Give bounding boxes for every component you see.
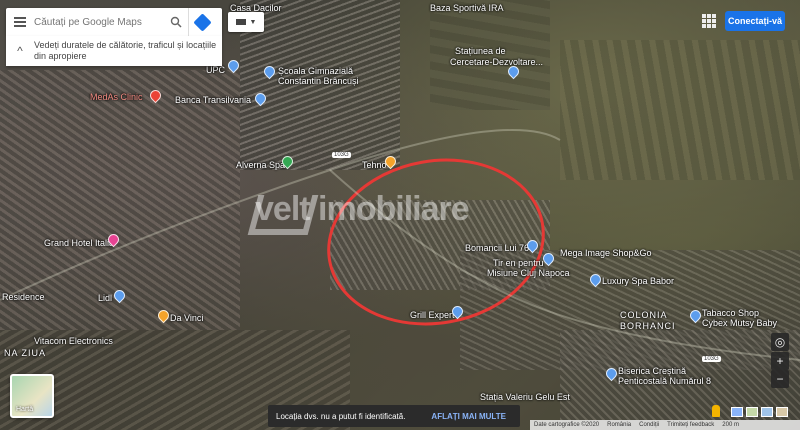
label-cybex[interactable]: Cybex Mutsy Baby (702, 318, 777, 328)
imagery-thumb-icon[interactable] (761, 407, 773, 417)
imagery-thumb-icon[interactable] (746, 407, 758, 417)
map-type-toggle[interactable]: Hartă (10, 374, 54, 418)
label-statiunea[interactable]: Stațiunea de (455, 46, 506, 56)
label-tabacco[interactable]: Tabacco Shop (702, 308, 759, 318)
map-footer: Date cartografice ©2020 România Condiții… (530, 420, 800, 430)
label-bomancii[interactable]: Bomancii Lui 76G (465, 243, 536, 253)
label-cercetare[interactable]: Cercetare-Dezvoltare... (450, 57, 543, 67)
search-input[interactable] (34, 16, 164, 28)
label-misiune[interactable]: Misiune Cluj Napoca (487, 268, 570, 278)
road-badge: 103G (702, 356, 721, 362)
label-luxury-spa[interactable]: Luxury Spa Babor (602, 276, 674, 286)
toast-message: Locația dvs. nu a putut fi identificată. (276, 411, 406, 421)
road-badge: 103G (332, 152, 351, 158)
footer-scale: 200 m (722, 422, 739, 428)
hint-text: Vedeți duratele de călătorie, traficul ș… (34, 40, 217, 61)
imagery-thumb-icon[interactable] (731, 407, 743, 417)
label-alverna[interactable]: Alverna Spa (236, 160, 285, 170)
directions-icon[interactable] (188, 8, 216, 36)
footer-terms[interactable]: Condiții (639, 422, 659, 428)
label-statia[interactable]: Stația Valeriu Gelu Est (480, 392, 570, 402)
signin-button[interactable]: Conectați-vă (725, 11, 785, 31)
search-box[interactable] (6, 8, 222, 36)
layer-icon (235, 19, 246, 25)
label-zona: NA ZIUA (4, 348, 47, 358)
caret-down-icon: ▼ (249, 18, 257, 26)
label-biserica-name[interactable]: Penticostală Numărul 8 (618, 376, 711, 386)
label-colonia: COLONIA (620, 310, 668, 320)
label-biserica[interactable]: Biserica Creștină (618, 366, 686, 376)
location-toast: Locația dvs. nu a putut fi identificată.… (268, 405, 520, 427)
learn-more-link[interactable]: AFLAȚI MAI MULTE (431, 412, 506, 421)
label-grill[interactable]: Grill Expert (410, 310, 455, 320)
footer-feedback[interactable]: Trimiteți feedback (667, 422, 714, 428)
watermark-text: velt imobiliare (255, 190, 470, 228)
imagery-thumb-icon[interactable] (776, 407, 788, 417)
label-grand-hotel[interactable]: Grand Hotel Italia (44, 238, 114, 248)
footer-country[interactable]: România (607, 422, 631, 428)
label-tir[interactable]: Tir en pentru (493, 258, 544, 268)
label-scoala-name[interactable]: Constantin Brâncuși (278, 76, 359, 86)
hint-panel[interactable]: ^ Vedeți duratele de călătorie, traficul… (6, 36, 222, 66)
apps-grid-icon[interactable] (702, 14, 716, 28)
label-tehno[interactable]: Tehno (362, 160, 387, 170)
label-baza-sportiva[interactable]: Baza Sportivă IRA (430, 3, 504, 13)
label-clinic[interactable]: MedAs Clinic (90, 92, 143, 102)
label-residence[interactable]: Residence (2, 292, 45, 302)
label-borhanci: BORHANCI (620, 321, 676, 331)
label-da-vinci[interactable]: Da Vinci (170, 313, 203, 323)
footer-data: Date cartografice ©2020 (534, 422, 600, 428)
label-lidl[interactable]: Lidl (98, 293, 112, 303)
collapse-icon[interactable]: ^ (6, 44, 34, 58)
zoom-out-button[interactable]: − (771, 370, 789, 388)
search-icon[interactable] (164, 8, 188, 36)
label-upc[interactable]: UPC (206, 65, 225, 75)
label-vitacom[interactable]: Vitacom Electronics (34, 336, 113, 346)
map-type-label: Hartă (16, 406, 34, 413)
layer-toggle-button[interactable]: ▼ (228, 12, 264, 32)
zoom-in-button[interactable]: + (771, 352, 789, 370)
menu-icon[interactable] (6, 8, 34, 36)
my-location-icon[interactable]: ◎ (771, 333, 789, 351)
label-mega-image[interactable]: Mega Image Shop&Go (560, 248, 652, 258)
pegman-icon[interactable] (712, 405, 720, 417)
label-banca[interactable]: Banca Transilvania (175, 95, 251, 105)
label-scoala[interactable]: Școala Gimnazială (278, 66, 353, 76)
